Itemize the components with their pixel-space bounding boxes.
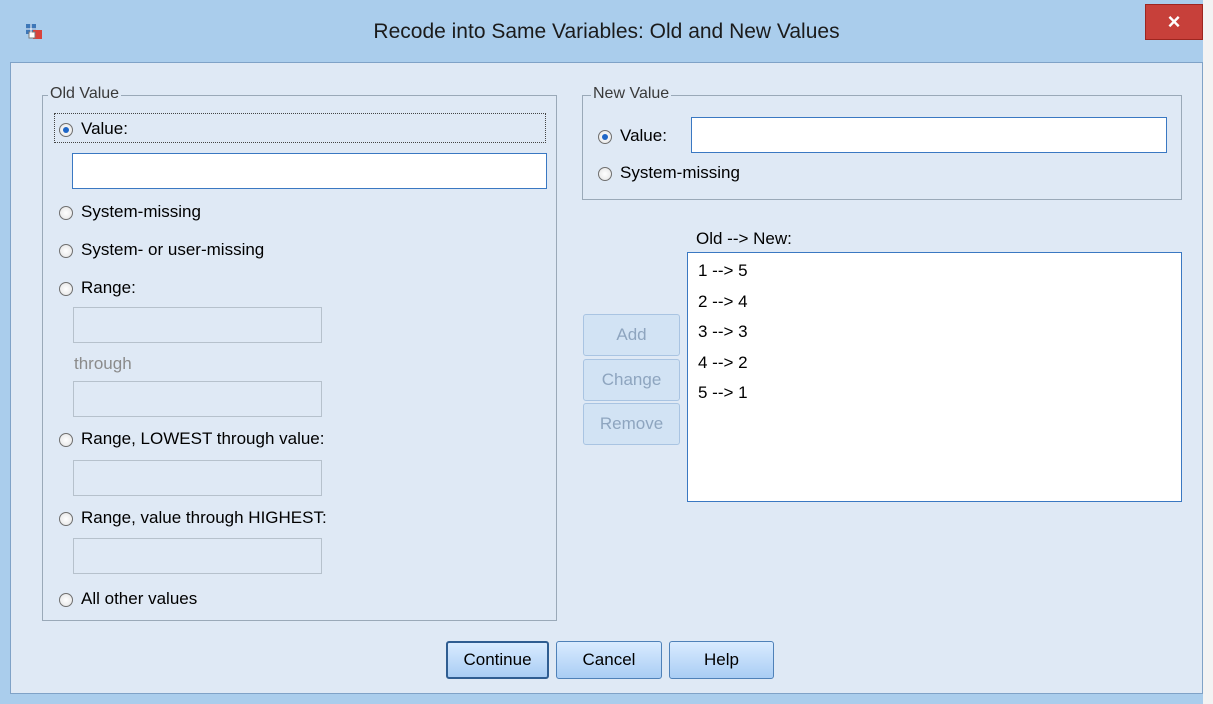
old-value-radio-range[interactable] [59,282,73,296]
old-value-radio-value-through-highest[interactable] [59,512,73,526]
list-item[interactable]: 2 --> 4 [698,292,748,312]
range-from-input[interactable] [73,307,322,343]
old-value-label-lowest-through-value: Range, LOWEST through value: [81,429,325,448]
range-to-input[interactable] [73,381,322,417]
background-strip [1203,0,1213,704]
old-value-label-system-or-user-missing: System- or user-missing [81,240,265,259]
old-value-label-value-through-highest: Range, value through HIGHEST: [81,508,327,527]
new-value-legend: New Value [591,85,672,103]
old-value-legend: Old Value [48,85,122,103]
old-value-label-all-other-values: All other values [81,589,198,608]
old-value-label-system-missing: System-missing [81,202,201,221]
mapping-list[interactable]: 1 --> 5 2 --> 4 3 --> 3 4 --> 2 5 --> 1 [687,252,1182,502]
close-icon: × [1167,9,1181,34]
old-value-input[interactable] [72,153,547,189]
list-item[interactable]: 1 --> 5 [698,261,748,281]
remove-button[interactable]: Remove [583,403,680,445]
cancel-button[interactable]: Cancel [556,641,662,679]
help-button[interactable]: Help [669,641,774,679]
new-value-input[interactable] [691,117,1167,153]
close-button[interactable]: × [1145,4,1203,40]
old-value-radio-system-missing[interactable] [59,206,73,220]
old-value-radio-all-other-values[interactable] [59,593,73,607]
value-through-highest-input[interactable] [73,538,322,574]
add-button[interactable]: Add [583,314,680,356]
list-item[interactable]: 4 --> 2 [698,353,748,373]
dialog-window: Recode into Same Variables: Old and New … [0,0,1213,704]
old-value-label-range: Range: [81,278,136,297]
old-value-label-value: Value: [81,119,128,138]
window-title: Recode into Same Variables: Old and New … [373,20,840,43]
old-value-radio-system-or-user-missing[interactable] [59,244,73,258]
list-item[interactable]: 3 --> 3 [698,322,748,342]
list-item[interactable]: 5 --> 1 [698,383,748,403]
new-value-label-value: Value: [620,126,667,145]
change-button[interactable]: Change [583,359,680,401]
lowest-through-value-input[interactable] [73,460,322,496]
new-value-label-system-missing: System-missing [620,163,740,182]
through-label: through [74,354,132,373]
title-bar[interactable]: Recode into Same Variables: Old and New … [0,0,1213,62]
mapping-header: Old --> New: [696,229,792,248]
old-value-radio-lowest-through-value[interactable] [59,433,73,447]
new-value-radio-system-missing[interactable] [598,167,612,181]
old-value-radio-value[interactable] [59,123,73,137]
continue-button[interactable]: Continue [446,641,549,679]
new-value-radio-value[interactable] [598,130,612,144]
